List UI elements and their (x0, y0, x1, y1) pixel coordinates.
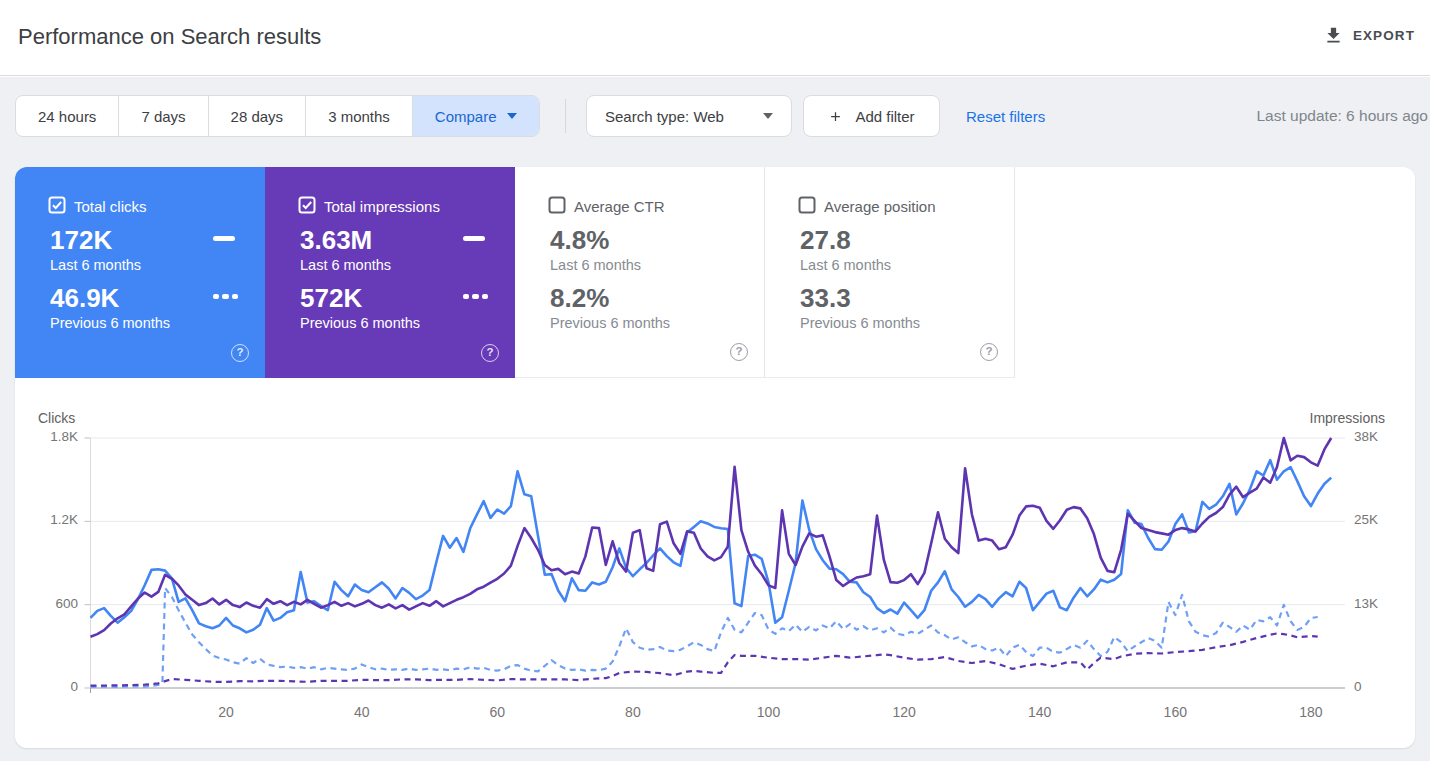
x-tick: 100 (744, 704, 794, 720)
checkbox-unchecked-icon[interactable] (548, 196, 566, 214)
y-left-tick: 600 (0, 596, 78, 612)
tab-compare[interactable]: Compare (412, 96, 539, 136)
help-icon[interactable] (231, 344, 249, 362)
x-tick: 140 (1015, 704, 1065, 720)
metric-value-current: 172K (50, 225, 112, 256)
metric-tile-total-impressions[interactable]: Total impressions 3.63M Last 6 months 57… (265, 167, 515, 378)
help-icon[interactable] (730, 343, 748, 361)
add-filter-button[interactable]: Add filter (803, 95, 940, 137)
metric-label: Average CTR (574, 198, 665, 215)
chevron-down-icon (763, 113, 773, 119)
metric-value-current: 27.8 (800, 225, 851, 256)
metric-label: Total impressions (324, 198, 440, 215)
metric-sub-current: Last 6 months (50, 257, 141, 273)
tab-3-months[interactable]: 3 months (305, 96, 412, 136)
metric-sub-previous: Previous 6 months (800, 315, 920, 331)
y-right-tick: 0 (1354, 679, 1362, 695)
solid-line-legend (213, 236, 235, 241)
y-right-axis-title: Impressions (1310, 410, 1385, 426)
metric-sub-previous: Previous 6 months (50, 315, 170, 331)
metric-tile-average-position[interactable]: Average position 27.8 Last 6 months 33.3… (765, 167, 1015, 378)
y-left-tick: 1.2K (0, 512, 78, 528)
x-tick: 80 (608, 704, 658, 720)
checkbox-unchecked-icon[interactable] (798, 196, 816, 214)
metric-value-previous: 572K (300, 283, 362, 314)
metric-sub-previous: Previous 6 months (300, 315, 420, 331)
y-left-tick: 0 (0, 679, 78, 695)
metric-label: Average position (824, 198, 935, 215)
metric-value-current: 3.63M (300, 225, 372, 256)
filter-row: 24 hours 7 days 28 days 3 months Compare… (15, 95, 1415, 137)
page-title: Performance on Search results (18, 24, 321, 50)
tab-24-hours[interactable]: 24 hours (16, 96, 118, 136)
metric-sub-previous: Previous 6 months (550, 315, 670, 331)
x-tick: 20 (201, 704, 251, 720)
performance-card: Total clicks 172K Last 6 months 46.9K Pr… (15, 167, 1415, 748)
metric-sub-current: Last 6 months (300, 257, 391, 273)
y-left-axis-title: Clicks (38, 410, 75, 426)
metric-tile-total-clicks[interactable]: Total clicks 172K Last 6 months 46.9K Pr… (15, 167, 265, 378)
tab-28-days[interactable]: 28 days (208, 96, 306, 136)
content-area: 24 hours 7 days 28 days 3 months Compare… (0, 77, 1430, 761)
dashed-line-legend (213, 294, 239, 299)
metric-value-current: 4.8% (550, 225, 609, 256)
divider (565, 99, 566, 133)
x-tick: 180 (1286, 704, 1336, 720)
tab-7-days[interactable]: 7 days (118, 96, 207, 136)
y-left-tick: 1.8K (0, 429, 78, 445)
export-button[interactable]: EXPORT (1323, 25, 1415, 46)
y-right-tick: 38K (1354, 429, 1378, 445)
x-tick: 60 (472, 704, 522, 720)
metric-sub-current: Last 6 months (550, 257, 641, 273)
chevron-down-icon (507, 113, 517, 119)
x-tick: 160 (1150, 704, 1200, 720)
last-update-text: Last update: 6 hours ago (1257, 95, 1429, 137)
download-icon (1323, 25, 1344, 46)
checkbox-checked-icon[interactable] (48, 196, 66, 214)
date-range-tabs: 24 hours 7 days 28 days 3 months Compare (15, 95, 540, 137)
dashed-line-legend (463, 294, 489, 299)
solid-line-legend (463, 236, 485, 241)
metric-value-previous: 33.3 (800, 283, 851, 314)
help-icon[interactable] (481, 344, 499, 362)
metric-value-previous: 46.9K (50, 283, 119, 314)
help-icon[interactable] (980, 343, 998, 361)
metric-value-previous: 8.2% (550, 283, 609, 314)
top-bar: Performance on Search results EXPORT (0, 0, 1430, 76)
y-right-tick: 25K (1354, 512, 1378, 528)
checkbox-checked-icon[interactable] (298, 196, 316, 214)
search-type-dropdown[interactable]: Search type: Web (586, 95, 792, 137)
reset-filters-link[interactable]: Reset filters (966, 95, 1045, 137)
x-tick: 40 (337, 704, 387, 720)
metric-label: Total clicks (74, 198, 147, 215)
export-label: EXPORT (1353, 28, 1415, 43)
y-right-tick: 13K (1354, 596, 1378, 612)
x-tick: 120 (879, 704, 929, 720)
plus-icon (828, 109, 843, 124)
metric-sub-current: Last 6 months (800, 257, 891, 273)
metric-tile-average-ctr[interactable]: Average CTR 4.8% Last 6 months 8.2% Prev… (515, 167, 765, 378)
